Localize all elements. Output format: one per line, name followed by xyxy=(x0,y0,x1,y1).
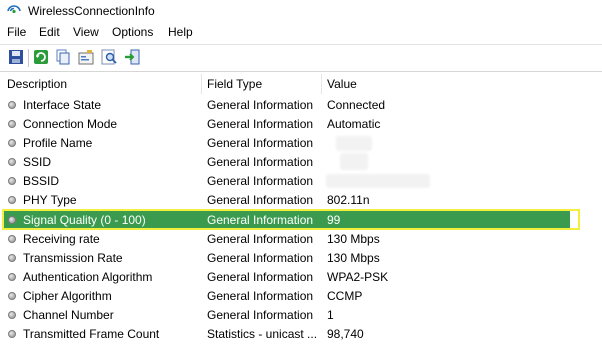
menu-edit[interactable]: Edit xyxy=(39,25,60,39)
item-bullet-icon xyxy=(8,273,16,281)
item-bullet-icon xyxy=(8,311,16,319)
find-icon[interactable] xyxy=(101,49,117,65)
item-bullet-icon xyxy=(8,216,16,224)
wifi-app-icon xyxy=(7,5,21,14)
copy-icon[interactable] xyxy=(55,49,71,65)
list-item[interactable]: Channel Number General Information 1 xyxy=(0,306,602,325)
item-field-type: General Information xyxy=(207,193,314,207)
item-value: 98,740 xyxy=(327,327,364,341)
item-description: Signal Quality (0 - 100) xyxy=(23,213,146,227)
list-item[interactable]: PHY Type General Information 802.11n xyxy=(0,191,602,210)
column-divider[interactable] xyxy=(321,74,322,94)
list-item[interactable]: BSSID General Information xyxy=(0,172,602,191)
menu-bar: File Edit View Options Help xyxy=(0,23,602,42)
item-value: WPA2-PSK xyxy=(327,270,389,284)
redacted-value xyxy=(336,136,372,151)
list-item[interactable]: Transmission Rate General Information 13… xyxy=(0,249,602,268)
menu-help[interactable]: Help xyxy=(168,25,193,39)
item-description: Cipher Algorithm xyxy=(23,289,112,303)
item-description: Profile Name xyxy=(23,136,93,150)
item-description: SSID xyxy=(23,155,52,169)
item-field-type: General Information xyxy=(207,155,314,169)
item-field-type: General Information xyxy=(207,117,314,131)
item-bullet-icon xyxy=(8,158,16,166)
item-value: CCMP xyxy=(327,289,363,303)
exit-icon[interactable] xyxy=(124,49,140,65)
item-value: Automatic xyxy=(327,117,381,131)
item-field-type: General Information xyxy=(207,289,314,303)
item-bullet-icon xyxy=(8,120,16,128)
item-description: Authentication Algorithm xyxy=(23,270,153,284)
item-value: 802.11n xyxy=(327,193,370,207)
window-title: WirelessConnectionInfo xyxy=(28,4,155,18)
item-description: Transmitted Frame Count xyxy=(23,327,160,341)
item-description: Channel Number xyxy=(23,308,114,322)
list-item-selected[interactable]: Signal Quality (0 - 100) General Informa… xyxy=(4,211,570,230)
item-field-type: General Information xyxy=(207,308,314,322)
item-field-type: Statistics - unicast ... xyxy=(207,327,318,341)
list-item[interactable]: Connection Mode General Information Auto… xyxy=(0,115,602,134)
list-item[interactable]: Authentication Algorithm General Informa… xyxy=(0,268,602,287)
title-bar: WirelessConnectionInfo xyxy=(0,0,602,22)
item-bullet-icon xyxy=(8,196,16,204)
menu-view[interactable]: View xyxy=(73,25,99,39)
properties-icon[interactable] xyxy=(78,49,94,65)
item-description: Transmission Rate xyxy=(23,251,123,265)
redacted-value xyxy=(326,174,430,188)
list-item[interactable]: Transmitted Frame Count Statistics - uni… xyxy=(0,325,602,344)
item-description: Interface State xyxy=(23,98,102,112)
list-item[interactable]: Interface State General Information Conn… xyxy=(0,96,602,115)
list-header: Description Field Type Value xyxy=(0,74,602,94)
item-field-type: General Information xyxy=(207,213,314,227)
menu-options[interactable]: Options xyxy=(112,25,153,39)
item-value: 1 xyxy=(327,308,334,322)
list-item[interactable]: Cipher Algorithm General Information CCM… xyxy=(0,287,602,306)
item-description: PHY Type xyxy=(23,193,77,207)
menu-file[interactable]: File xyxy=(7,25,26,39)
save-icon[interactable] xyxy=(8,49,24,65)
list-item[interactable]: SSID General Information xyxy=(0,153,602,172)
item-bullet-icon xyxy=(8,139,16,147)
redacted-value xyxy=(340,153,368,170)
refresh-icon[interactable] xyxy=(33,49,49,65)
item-field-type: General Information xyxy=(207,136,314,150)
item-bullet-icon xyxy=(8,254,16,262)
item-value: Connected xyxy=(327,98,386,112)
item-field-type: General Information xyxy=(207,174,314,188)
list-item[interactable]: Profile Name General Information xyxy=(0,134,602,153)
item-value: 130 Mbps xyxy=(327,232,380,246)
item-field-type: General Information xyxy=(207,98,314,112)
toolbar-separator xyxy=(28,49,29,67)
item-bullet-icon xyxy=(8,292,16,300)
column-header-field-type[interactable]: Field Type xyxy=(207,74,262,94)
item-field-type: General Information xyxy=(207,232,314,246)
item-description: BSSID xyxy=(23,174,60,188)
item-description: Connection Mode xyxy=(23,117,118,131)
item-field-type: General Information xyxy=(207,270,314,284)
column-divider[interactable] xyxy=(201,74,202,94)
item-value: 99 xyxy=(327,213,341,227)
item-bullet-icon xyxy=(8,235,16,243)
item-field-type: General Information xyxy=(207,251,314,265)
toolbar xyxy=(0,44,602,72)
item-bullet-icon xyxy=(8,177,16,185)
item-bullet-icon xyxy=(8,101,16,109)
list-item[interactable]: Receiving rate General Information 130 M… xyxy=(0,230,602,249)
item-bullet-icon xyxy=(8,330,16,338)
column-header-description[interactable]: Description xyxy=(7,74,67,94)
item-value: 130 Mbps xyxy=(327,251,380,265)
item-description: Receiving rate xyxy=(23,232,100,246)
column-header-value[interactable]: Value xyxy=(327,74,357,94)
